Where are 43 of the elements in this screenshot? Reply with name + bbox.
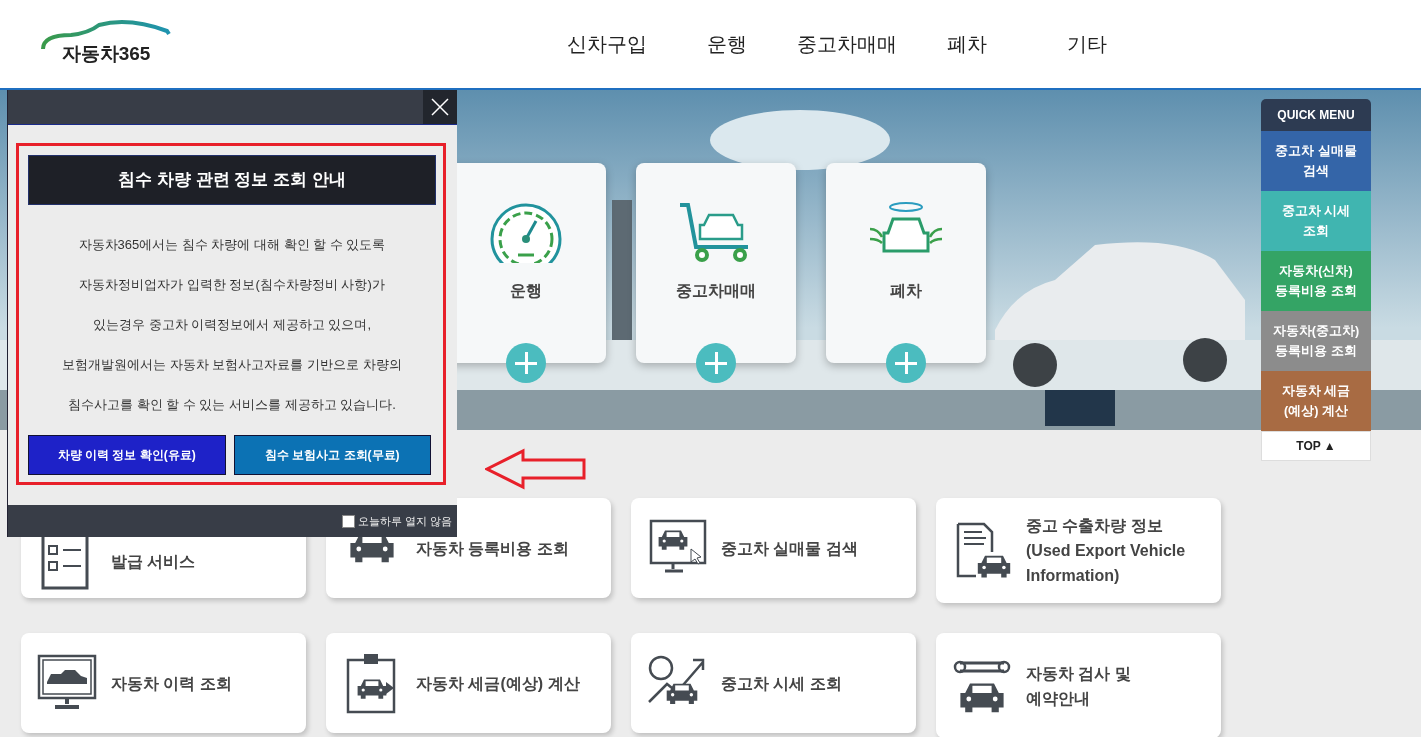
screen-drawing [1045, 390, 1115, 426]
logo-text[interactable]: 자동차365 [61, 41, 151, 69]
service-card[interactable]: 자동차 검사 및 예약안내 [936, 633, 1221, 737]
service-title: 자동차 등록비용 조회 [416, 538, 569, 559]
service-card[interactable]: 중고차 실매물 검색 [631, 498, 916, 598]
close-button[interactable] [423, 90, 457, 124]
notice-text: 보험개발원에서는 자동차 보험사고자료를 기반으로 차량의 [62, 356, 402, 374]
top-link[interactable]: TOP ▲ [1261, 431, 1371, 461]
notice-text: 자동차정비업자가 입력한 정보(침수차량정비 사항)가 [79, 276, 385, 294]
service-title: 자동차 검사 및 예약안내 [1026, 663, 1131, 709]
menu-card[interactable]: 폐차 [826, 163, 986, 363]
notice-text: 침수사고를 확인 할 수 있는 서비스를 제공하고 있습니다. [68, 396, 396, 414]
checkbox-label[interactable]: 오늘하루 열지 않음 [357, 513, 452, 529]
service-title: 자동차 세금(예상) 계산 [416, 673, 580, 694]
arrow-icon [485, 448, 587, 490]
card-title: 폐차 [890, 281, 922, 301]
card-title: 운행 [510, 281, 542, 301]
quick-menu-item[interactable]: 중고차 실매물 검색 [1261, 131, 1371, 191]
menu-card[interactable]: 중고차매매 [636, 163, 796, 363]
service-title: 자동차 이력 조회 [111, 673, 232, 694]
service-card[interactable]: 중고 수출차량 정보 (Used Export Vehicle Information) [936, 498, 1221, 603]
service-card[interactable]: 자동차 이력 조회 [21, 633, 306, 733]
nav-link[interactable]: 신차구입 [557, 30, 657, 58]
action-button[interactable]: 침수 보험사고 조회(무료) [233, 435, 431, 475]
notice-text: 있는경우 중고차 이력정보에서 제공하고 있으며, [92, 316, 372, 334]
notice-text: 자동차365에서는 침수 차량에 대해 확인 할 수 있도록 [78, 236, 386, 254]
service-title: 중고 수출차량 정보 (Used Export Vehicle Information) [1026, 516, 1186, 586]
action-button[interactable]: 차량 이력 정보 확인(유료) [28, 435, 226, 475]
service-title: 발급 서비스 [111, 551, 196, 572]
service-card[interactable]: 자동차 세금(예상) 계산 [326, 633, 611, 733]
nav-link[interactable]: 중고차매매 [797, 30, 897, 58]
card-title: 중고차매매 [676, 281, 756, 301]
checkbox[interactable] [341, 514, 355, 528]
nav-link[interactable]: 폐차 [917, 30, 1017, 58]
quick-menu-item[interactable]: 자동차 세금 (예상) 계산 [1261, 371, 1371, 431]
service-title: 중고차 시세 조회 [721, 673, 842, 694]
nav-link[interactable]: 기타 [1037, 30, 1137, 58]
close-icon [431, 98, 449, 116]
service-card[interactable]: 중고차 시세 조회 [631, 633, 916, 733]
quick-menu-title: QUICK MENU [1261, 99, 1371, 131]
nav-link[interactable]: 운행 [677, 30, 777, 58]
service-title: 중고차 실매물 검색 [721, 538, 858, 559]
popup-title: 침수 차량 관련 정보 조회 안내 [28, 155, 436, 205]
